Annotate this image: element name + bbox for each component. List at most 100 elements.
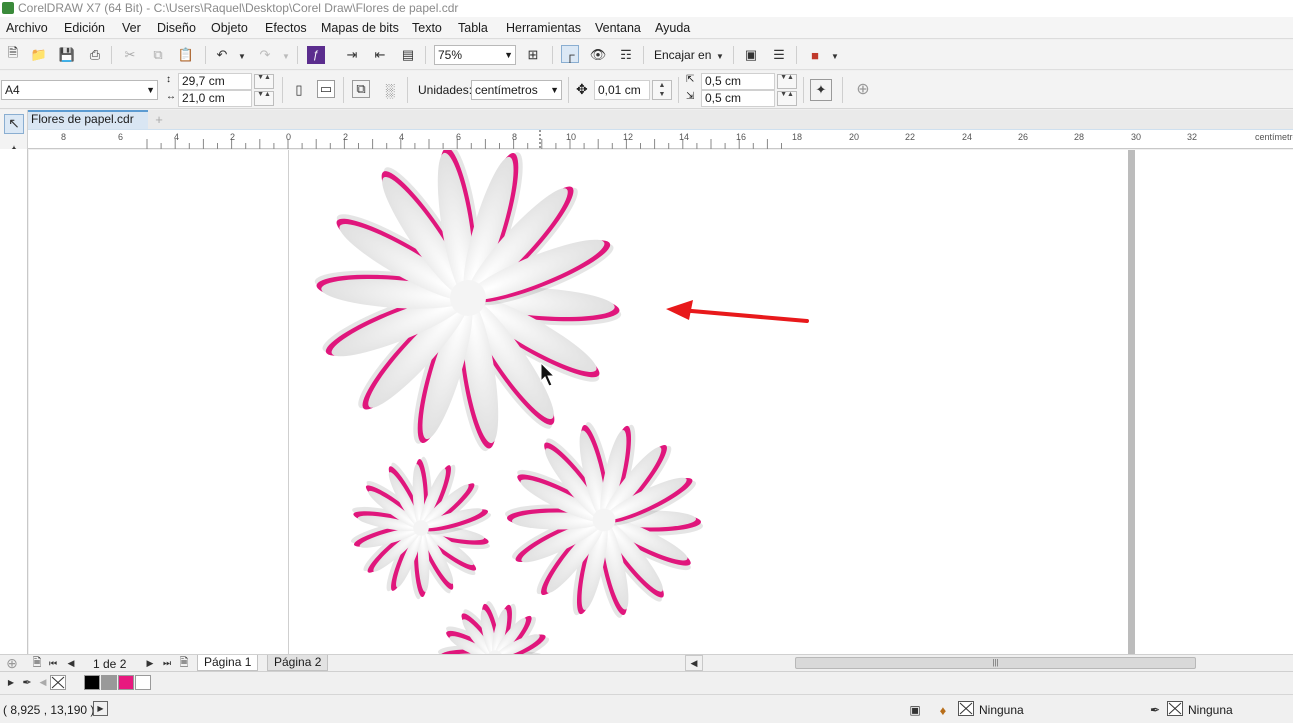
nudge-distance-field[interactable]: 0,01 cm — [594, 80, 650, 100]
no-color-swatch[interactable] — [50, 675, 66, 690]
right-paper-flower[interactable] — [505, 420, 703, 620]
horizontal-ruler[interactable]: 8 6 4 2 0 2 4 6 8 10 12 14 16 18 20 22 2… — [28, 129, 1293, 149]
application-launcher-icon[interactable]: ■ — [806, 46, 824, 64]
save-icon[interactable]: 💾 — [58, 46, 76, 64]
page-size-combo[interactable]: A4 ▼ — [1, 80, 158, 100]
next-page-icon[interactable]: ▶ — [141, 655, 159, 671]
bottom-paper-flower[interactable] — [438, 600, 552, 654]
fill-none-swatch[interactable] — [958, 701, 974, 716]
swatch-black[interactable] — [84, 675, 100, 690]
menu-edicion[interactable]: Edición — [64, 21, 105, 35]
separator — [803, 77, 804, 103]
page-tab-1[interactable]: Página 1 — [197, 655, 259, 671]
new-tab-plus-icon[interactable]: + — [150, 110, 168, 128]
export-icon[interactable]: ⇤ — [371, 46, 389, 64]
page-tab-2[interactable]: Página 2 — [267, 655, 329, 671]
rulers-toggle-icon[interactable]: ┌ — [561, 45, 579, 63]
portrait-icon[interactable]: ▯ — [290, 81, 308, 99]
bleed-icon[interactable]: ✦ — [810, 79, 832, 101]
paste-icon[interactable]: 📋 — [177, 46, 195, 64]
last-page-icon[interactable]: ⏭ — [158, 655, 176, 671]
swatch-gray[interactable] — [101, 675, 117, 690]
page-height-field[interactable]: 21,0 cm — [178, 90, 252, 107]
drawing-canvas[interactable] — [29, 150, 1293, 654]
open-folder-icon[interactable]: 📁 — [30, 46, 48, 64]
menu-ver[interactable]: Ver — [122, 21, 141, 35]
page-height-icon: ↔ — [166, 91, 176, 102]
menu-diseno[interactable]: Diseño — [157, 21, 196, 35]
scroll-left-icon[interactable]: ◀ — [685, 655, 703, 671]
new-document-icon[interactable]: 🗎 — [4, 45, 22, 64]
height-spinner[interactable]: ▼▲ — [254, 91, 274, 106]
menu-ventana[interactable]: Ventana — [595, 21, 641, 35]
zoom-fit-icon[interactable]: ⊞ — [524, 46, 542, 64]
separator — [733, 46, 734, 64]
snap-dropdown-icon[interactable]: ▼ — [711, 47, 729, 65]
left-small-paper-flower[interactable] — [349, 456, 492, 600]
ruler-label: 22 — [905, 132, 916, 142]
vertical-ruler[interactable] — [0, 149, 28, 654]
options-icon[interactable]: ☰ — [770, 46, 788, 64]
publish-pdf-icon[interactable]: ▤ — [399, 46, 417, 64]
undo-icon[interactable]: ↶ — [213, 46, 231, 64]
launcher-dropdown-icon[interactable]: ▼ — [826, 47, 844, 65]
menu-herramientas[interactable]: Herramientas — [506, 21, 581, 35]
horizontal-scrollbar-thumb[interactable]: ||| — [795, 657, 1196, 669]
width-spinner[interactable]: ▼▲ — [254, 74, 274, 89]
status-expand-icon[interactable]: ▶ — [93, 701, 108, 716]
menu-archivo[interactable]: Archivo — [6, 21, 48, 35]
pick-tool-icon[interactable]: ↖ — [4, 114, 24, 134]
duplicate-y-value: 0,5 cm — [705, 91, 742, 105]
menu-mapas-de-bits[interactable]: Mapas de bits — [321, 21, 399, 35]
insert-page-after-icon[interactable]: 🗎 — [175, 655, 193, 671]
color-proof-icon[interactable]: ▣ — [906, 701, 924, 719]
duplicate-x-spinner[interactable]: ▼▲ — [777, 74, 797, 89]
welcome-screen-icon[interactable]: ▣ — [742, 46, 760, 64]
menu-ayuda[interactable]: Ayuda — [655, 21, 690, 35]
duplicate-y-spinner[interactable]: ▼▲ — [777, 91, 797, 106]
redo-dropdown-icon[interactable]: ▼ — [277, 47, 295, 65]
page-height-value: 21,0 cm — [182, 91, 225, 105]
add-preset-icon[interactable]: ⊕ — [854, 80, 872, 98]
ruler-label: 4 — [174, 132, 180, 142]
cut-icon[interactable]: ✂ — [121, 46, 139, 64]
duplicate-x-field[interactable]: 0,5 cm — [701, 73, 775, 90]
snap-to-label[interactable]: Encajar en — [654, 48, 711, 62]
swatch-white[interactable] — [135, 675, 151, 690]
view-mode-icon[interactable]: 👁 — [589, 46, 607, 64]
ruler-label: 16 — [736, 132, 747, 142]
outline-none-swatch[interactable] — [1167, 701, 1183, 716]
menu-objeto[interactable]: Objeto — [211, 21, 248, 35]
ruler-label: 30 — [1131, 132, 1142, 142]
ruler-label: 10 — [566, 132, 577, 142]
menu-texto[interactable]: Texto — [412, 21, 442, 35]
coreldraw-app-icon — [2, 2, 14, 14]
document-tab[interactable]: Flores de papel.cdr — [28, 110, 148, 129]
add-page-icon[interactable]: ⊕ — [3, 655, 21, 671]
print-icon[interactable]: ⎙ — [86, 46, 104, 64]
grid-snap-icon[interactable]: ☶ — [617, 46, 635, 64]
previous-page-icon[interactable]: ◀ — [62, 655, 80, 671]
nudge-spinner[interactable]: ▲ ▼ — [652, 80, 672, 100]
large-paper-flower[interactable] — [313, 150, 622, 453]
corel-connect-icon[interactable]: ƒ — [307, 46, 325, 64]
page-width-field[interactable]: 29,7 cm — [178, 73, 252, 90]
redo-icon[interactable]: ↷ — [256, 46, 274, 64]
duplicate-y-field[interactable]: 0,5 cm — [701, 90, 775, 107]
menu-tabla[interactable]: Tabla — [458, 21, 488, 35]
landscape-icon[interactable]: ▭ — [317, 80, 335, 98]
fill-status-text: Ninguna — [979, 703, 1024, 717]
units-label: Unidades: — [418, 83, 473, 97]
first-page-icon[interactable]: ⏮ — [44, 655, 62, 671]
zoom-level-combo[interactable]: 75% ▼ — [434, 45, 516, 65]
all-pages-icon[interactable]: ⧉ — [352, 80, 370, 98]
import-icon[interactable]: ⇥ — [343, 46, 361, 64]
copy-icon[interactable]: ⧉ — [149, 46, 167, 64]
current-page-icon[interactable]: ░ — [381, 81, 399, 99]
swatch-pink[interactable] — [118, 675, 134, 690]
ruler-label: 18 — [792, 132, 803, 142]
units-combo[interactable]: centímetros ▼ — [471, 80, 562, 100]
undo-dropdown-icon[interactable]: ▼ — [233, 47, 251, 65]
page-width-icon: ↕ — [166, 74, 171, 85]
menu-efectos[interactable]: Efectos — [265, 21, 307, 35]
